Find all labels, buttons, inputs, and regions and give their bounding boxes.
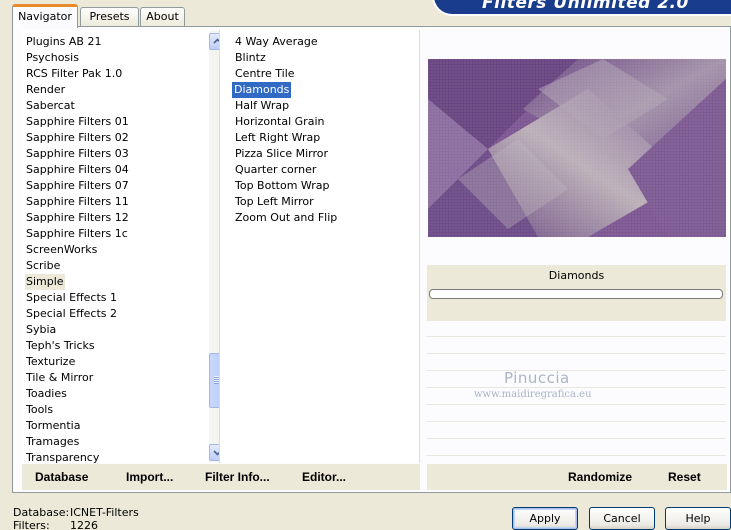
category-item[interactable]: Special Effects 1 bbox=[25, 290, 118, 306]
filter-info-strip: Diamonds bbox=[427, 265, 726, 321]
tab-presets[interactable]: Presets bbox=[80, 7, 139, 27]
filter-preview bbox=[428, 59, 726, 237]
category-item[interactable]: RCS Filter Pak 1.0 bbox=[25, 66, 123, 82]
apply-button[interactable]: Apply bbox=[512, 507, 578, 530]
filter-item[interactable]: Top Left Mirror bbox=[233, 194, 316, 210]
progress-bar bbox=[429, 289, 723, 299]
filter-item[interactable]: 4 Way Average bbox=[233, 34, 320, 50]
category-item[interactable]: Sybia bbox=[25, 322, 57, 338]
param-row[interactable] bbox=[427, 321, 726, 337]
category-item[interactable]: Tile & Mirror bbox=[25, 370, 94, 386]
category-item[interactable]: Toadies bbox=[25, 386, 68, 402]
category-item[interactable]: Simple bbox=[25, 274, 65, 290]
status-database: Database: ICNET-Filters bbox=[13, 506, 139, 519]
import-button[interactable]: Import... bbox=[126, 470, 173, 484]
category-item[interactable]: Scribe bbox=[25, 258, 61, 274]
category-item[interactable]: Psychosis bbox=[25, 50, 80, 66]
category-item[interactable]: Sabercat bbox=[25, 98, 76, 114]
category-item[interactable]: ScreenWorks bbox=[25, 242, 98, 258]
list-actions: Database Import... Filter Info... Editor… bbox=[22, 464, 420, 490]
preview-actions: Randomize Reset bbox=[427, 464, 727, 490]
filter-list[interactable]: 4 Way Average Blintz Centre Tile Diamonds Ha… bbox=[219, 30, 420, 463]
help-button[interactable]: Help bbox=[665, 507, 731, 530]
watermark-name: Pinuccia bbox=[504, 369, 570, 387]
banner-title: Filters Unlimited 2.0 bbox=[482, 0, 689, 13]
category-item[interactable]: Plugins AB 21 bbox=[25, 34, 102, 50]
filter-item[interactable]: Diamonds bbox=[232, 82, 292, 98]
filter-item[interactable]: Zoom Out and Flip bbox=[233, 210, 339, 226]
status-filters-value: 1226 bbox=[70, 519, 98, 530]
category-item[interactable]: Tramages bbox=[25, 434, 80, 450]
status-database-label: Database: bbox=[13, 506, 70, 519]
watermark-site: www.maidiregrafica.eu bbox=[474, 389, 592, 400]
category-list[interactable]: Plugins AB 21 Psychosis RCS Filter Pak 1.0… bbox=[22, 30, 209, 463]
editor-button[interactable]: Editor... bbox=[302, 470, 346, 484]
category-item[interactable]: Sapphire Filters 12 bbox=[25, 210, 130, 226]
filter-item[interactable]: Blintz bbox=[233, 50, 268, 66]
status-filters-label: Filters: bbox=[13, 519, 50, 530]
param-row[interactable] bbox=[427, 338, 726, 354]
category-item[interactable]: Tools bbox=[25, 402, 54, 418]
filter-info-button[interactable]: Filter Info... bbox=[205, 470, 270, 484]
cancel-button[interactable]: Cancel bbox=[589, 507, 655, 530]
filter-item[interactable]: Quarter corner bbox=[233, 162, 318, 178]
param-row[interactable] bbox=[427, 423, 726, 439]
category-item[interactable]: Tormentia bbox=[25, 418, 81, 434]
navigator-panel: Plugins AB 21 Psychosis RCS Filter Pak 1.0… bbox=[12, 26, 731, 493]
filter-item[interactable]: Horizontal Grain bbox=[233, 114, 326, 130]
param-row[interactable] bbox=[427, 406, 726, 422]
status-database-value: ICNET-Filters bbox=[70, 506, 139, 519]
reset-button[interactable]: Reset bbox=[668, 470, 701, 484]
category-item[interactable]: Sapphire Filters 07 bbox=[25, 178, 130, 194]
param-row[interactable] bbox=[427, 355, 726, 371]
filter-item[interactable]: Half Wrap bbox=[233, 98, 291, 114]
category-item[interactable]: Special Effects 2 bbox=[25, 306, 118, 322]
app-banner: Filters Unlimited 2.0 bbox=[432, 0, 731, 16]
category-item[interactable]: Sapphire Filters 11 bbox=[25, 194, 130, 210]
category-item[interactable]: Sapphire Filters 1c bbox=[25, 226, 129, 242]
database-button[interactable]: Database bbox=[35, 470, 88, 484]
preview-image bbox=[428, 59, 726, 237]
filter-item[interactable]: Left Right Wrap bbox=[233, 130, 322, 146]
category-item[interactable]: Teph's Tricks bbox=[25, 338, 96, 354]
randomize-button[interactable]: Randomize bbox=[568, 470, 632, 484]
filter-item[interactable]: Centre Tile bbox=[233, 66, 297, 82]
category-item[interactable]: Sapphire Filters 01 bbox=[25, 114, 130, 130]
tab-about[interactable]: About bbox=[140, 7, 185, 27]
category-item[interactable]: Transparency bbox=[25, 450, 100, 463]
status-filters: Filters: 1226 bbox=[13, 519, 98, 530]
filter-item[interactable]: Top Bottom Wrap bbox=[233, 178, 332, 194]
filter-item[interactable]: Pizza Slice Mirror bbox=[233, 146, 330, 162]
category-item[interactable]: Sapphire Filters 03 bbox=[25, 146, 130, 162]
filter-name-label: Diamonds bbox=[548, 269, 605, 282]
category-item[interactable]: Render bbox=[25, 82, 66, 98]
category-item[interactable]: Sapphire Filters 02 bbox=[25, 130, 130, 146]
category-item[interactable]: Sapphire Filters 04 bbox=[25, 162, 130, 178]
param-row[interactable] bbox=[427, 440, 726, 456]
tab-navigator[interactable]: Navigator bbox=[12, 4, 78, 28]
category-item[interactable]: Texturize bbox=[25, 354, 76, 370]
param-row[interactable] bbox=[427, 372, 726, 388]
